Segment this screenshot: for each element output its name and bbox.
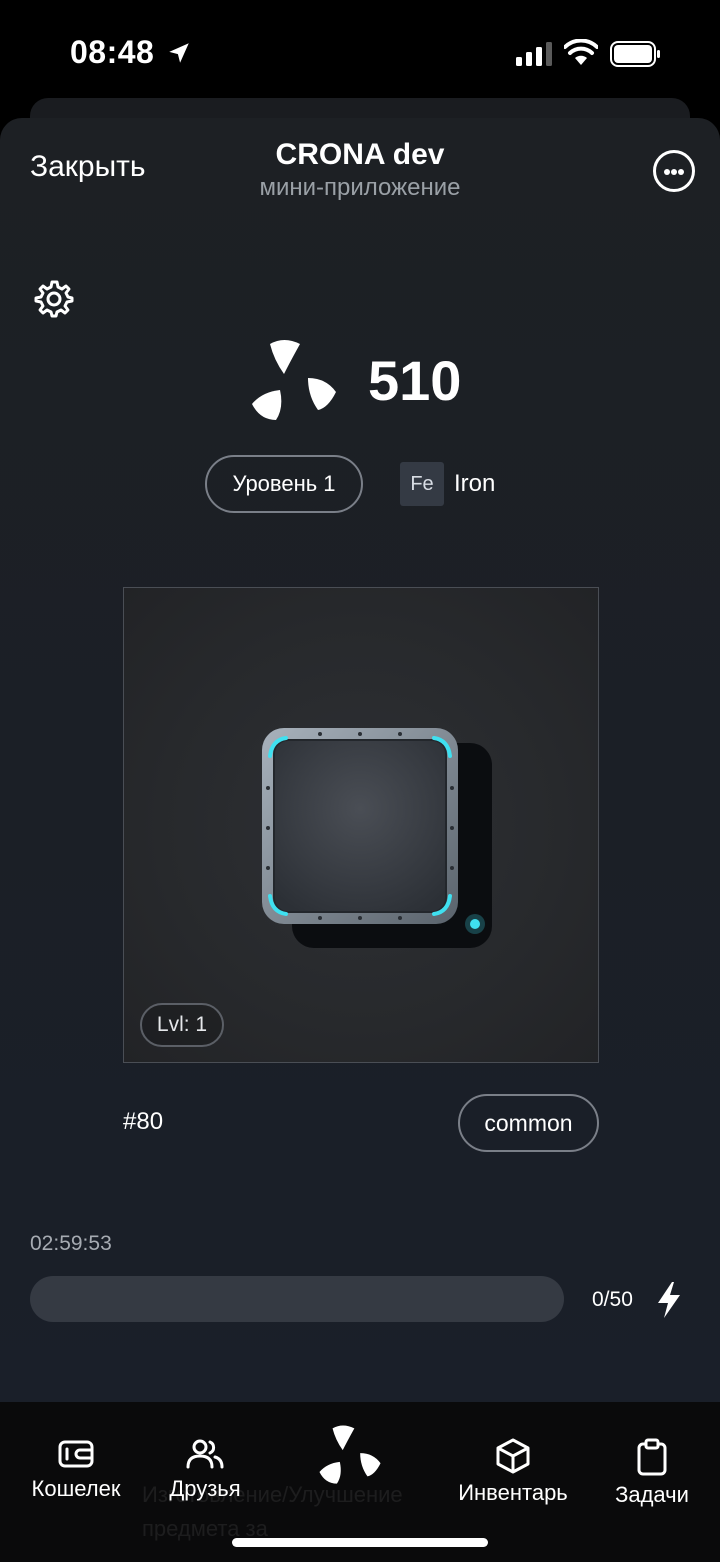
nav-wallet[interactable]: Кошелек <box>26 1402 126 1532</box>
cube-icon <box>496 1438 530 1474</box>
status-time: 08:48 <box>70 34 155 70</box>
metal-plate-image <box>262 728 492 948</box>
item-card[interactable]: Lvl: 1 <box>123 587 599 1063</box>
wallet-icon <box>58 1440 94 1468</box>
item-id: #80 <box>123 1108 164 1135</box>
nav-tasks[interactable]: Задачи <box>610 1402 694 1532</box>
element-name: Iron <box>454 470 496 497</box>
wifi-icon <box>564 39 598 65</box>
signal-icon <box>516 42 552 66</box>
item-level-badge: Lvl: 1 <box>140 1003 224 1047</box>
location-arrow-icon <box>169 43 189 63</box>
more-options-icon[interactable] <box>653 150 695 192</box>
element-symbol: Fe <box>400 462 444 506</box>
nav-wallet-label: Кошелек <box>31 1476 121 1501</box>
nav-tasks-label: Задачи <box>615 1482 689 1507</box>
status-bar: 08:48 <box>0 0 720 100</box>
clipboard-icon <box>637 1438 667 1476</box>
crona-logo-icon <box>252 340 336 420</box>
home-indicator <box>232 1538 488 1547</box>
users-icon <box>186 1439 224 1469</box>
nav-inventory-label: Инвентарь <box>458 1480 568 1505</box>
battery-icon <box>610 41 660 67</box>
energy-count: 0/50 <box>592 1288 633 1311</box>
energy-timer: 02:59:53 <box>30 1232 112 1255</box>
balance: 510 <box>368 349 462 412</box>
level-pill[interactable]: Уровень 1 <box>205 455 363 513</box>
app-title: CRONA dev <box>275 138 445 171</box>
rarity-pill: common <box>458 1094 599 1152</box>
nav-inventory[interactable]: Инвентарь <box>450 1402 576 1532</box>
gear-icon[interactable] <box>34 278 74 318</box>
background-ghost-text: Изготовление/Улучшение предмета за <box>142 1482 403 1541</box>
lightning-icon <box>658 1282 680 1318</box>
app-subtitle: мини-приложение <box>259 174 461 201</box>
energy-progress-bar <box>30 1276 564 1322</box>
